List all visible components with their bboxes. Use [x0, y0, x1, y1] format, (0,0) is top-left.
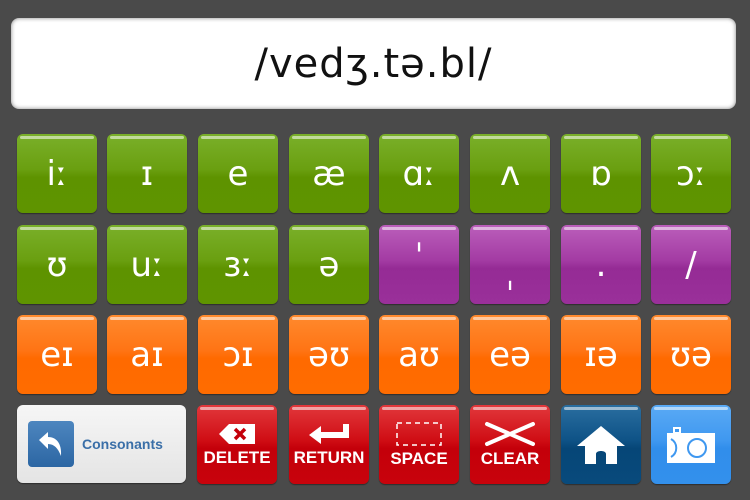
back-arrow-icon	[28, 421, 74, 467]
key-e[interactable]: e	[198, 134, 278, 213]
key-ia[interactable]: ɪə	[561, 315, 641, 394]
key-a-long[interactable]: ɑː	[379, 134, 459, 213]
key-ea[interactable]: eə	[470, 315, 550, 394]
home-button[interactable]	[561, 405, 641, 484]
key-upsilon[interactable]: ʊ	[17, 225, 97, 304]
key-ae[interactable]: æ	[289, 134, 369, 213]
key-au[interactable]: aʊ	[379, 315, 459, 394]
key-u-long[interactable]: uː	[107, 225, 187, 304]
key-schwa[interactable]: ə	[289, 225, 369, 304]
home-icon	[577, 425, 625, 464]
delete-button[interactable]: DELETE	[197, 405, 277, 484]
consonants-label: Consonants	[82, 436, 163, 452]
key-slash[interactable]: /	[651, 225, 731, 304]
clear-button[interactable]: CLEAR	[470, 405, 550, 484]
camera-icon	[667, 426, 715, 463]
key-secondary-stress[interactable]: ˌ	[470, 225, 550, 304]
key-primary-stress[interactable]: ˈ	[379, 225, 459, 304]
key-small-cap-i[interactable]: ɪ	[107, 134, 187, 213]
key-ai[interactable]: aɪ	[107, 315, 187, 394]
phonetic-display: /vedʒ.tə.bl/	[11, 18, 736, 109]
backspace-icon	[219, 423, 255, 444]
key-turned-a[interactable]: ɒ	[561, 134, 641, 213]
key-open-o-long[interactable]: ɔː	[651, 134, 731, 213]
key-ua[interactable]: ʊə	[651, 315, 731, 394]
key-wedge[interactable]: ʌ	[470, 134, 550, 213]
delete-label: DELETE	[203, 447, 271, 467]
space-button[interactable]: SPACE	[379, 405, 459, 484]
return-icon	[309, 423, 349, 444]
key-oi[interactable]: ɔɪ	[198, 315, 278, 394]
camera-button[interactable]	[651, 405, 731, 484]
key-syllable-break[interactable]: .	[561, 225, 641, 304]
return-button[interactable]: RETURN	[289, 405, 369, 484]
clear-label: CLEAR	[480, 448, 540, 468]
key-reversed-e-long[interactable]: ɜː	[198, 225, 278, 304]
space-label: SPACE	[390, 448, 448, 468]
return-label: RETURN	[293, 447, 365, 467]
key-i-long[interactable]: iː	[17, 134, 97, 213]
display-text: /vedʒ.tə.bl/	[254, 40, 493, 87]
space-icon	[396, 421, 442, 446]
consonants-button[interactable]: Consonants	[17, 405, 186, 483]
key-ou[interactable]: əʊ	[289, 315, 369, 394]
clear-icon	[485, 421, 535, 446]
key-ei[interactable]: eɪ	[17, 315, 97, 394]
